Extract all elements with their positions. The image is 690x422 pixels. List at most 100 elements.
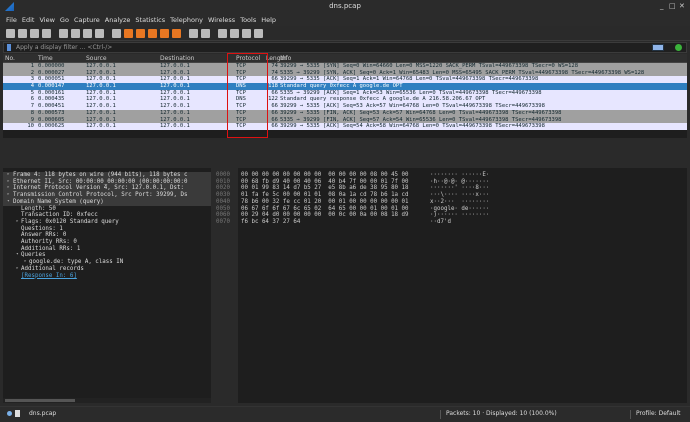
add-filter-button-icon[interactable] [675,44,682,51]
expand-icon[interactable]: ▸ [16,219,19,226]
menu-wireless[interactable]: Wireless [208,16,235,24]
column-header-src[interactable]: Source [86,54,160,62]
bookmark-icon[interactable] [7,44,11,51]
column-header-no[interactable]: No. [3,54,36,62]
packet-src: 127.0.0.1 [86,63,116,69]
detail-item[interactable]: [Response In: 6] [3,273,211,280]
close-file-icon[interactable] [83,28,92,38]
minimize-icon[interactable]: _ [660,2,664,10]
expand-icon[interactable]: ▸ [7,179,10,186]
packet-list-header: No. Time Source Destination Protocol Length In… [3,54,687,63]
expand-icon[interactable]: ▸ [7,185,10,192]
detail-item[interactable]: Answer RRs: 0 [3,232,211,239]
menu-telephony[interactable]: Telephony [170,16,203,24]
packet-row[interactable]: 10 0.000625 127.0.0.1 127.0.0.1 TCP 66 39299 →… [3,123,687,130]
menu-bar: File Edit View Go Capture Analyze Statistics Te… [0,14,690,26]
details-horizontal-scrollbar[interactable] [3,398,211,403]
menu-tools[interactable]: Tools [240,16,256,24]
menu-capture[interactable]: Capture [74,16,100,24]
packet-dst: 127.0.0.1 [160,116,190,123]
packet-info: Standard query response 0xfecc A google.… [280,96,486,103]
apply-filter-icon[interactable] [652,44,664,51]
file-icon[interactable] [71,28,80,38]
open-icon[interactable] [59,28,68,38]
detail-item[interactable]: ▸ Flags: 0x0120 Standard query [3,219,211,226]
find-icon[interactable] [112,28,121,38]
zoom-reset-icon[interactable] [242,28,251,38]
packet-dst: 127.0.0.1 [160,83,190,90]
packet-row[interactable]: 2 0.000027 127.0.0.1 127.0.0.1 TCP 74 5335 → 3… [3,69,687,77]
offset-line: 0010 [216,178,230,185]
options-icon[interactable] [42,28,51,38]
detail-text: Additional RRs: 1 [21,245,81,252]
detail-item[interactable]: ▸ Ethernet II, Src: 00:00:00_00:00:00 (00… [3,178,211,186]
last-icon[interactable] [172,28,181,38]
reload-icon[interactable] [95,28,104,38]
packet-src: 127.0.0.1 [86,76,116,83]
restart-icon[interactable] [30,28,39,38]
zoom-in-icon[interactable] [218,28,227,38]
detail-item[interactable]: Authority RRs: 0 [3,239,211,246]
menu-analyze[interactable]: Analyze [105,16,131,24]
detail-item[interactable]: Transaction ID: 0xfecc [3,212,211,219]
menu-go[interactable]: Go [60,16,69,24]
display-filter-input[interactable]: Apply a display filter … <Ctrl-/> [3,42,687,53]
column-header-time[interactable]: Time [36,54,86,62]
detail-item[interactable]: Questions: 1 [3,226,211,233]
detail-item[interactable]: ▾ Queries [3,252,211,259]
expand-icon[interactable]: ▸ [7,192,10,199]
autoscroll-icon[interactable] [189,28,198,38]
shark-fin-start-icon[interactable] [6,28,15,38]
resize-columns-icon[interactable] [254,28,263,38]
first-icon[interactable] [160,28,169,38]
detail-text: Frame 4: 118 bytes on wire (944 bits), 1… [13,172,188,178]
detail-item[interactable]: ▾ Domain Name System (query) [3,198,211,206]
menu-statistics[interactable]: Statistics [135,16,165,24]
status-profile[interactable]: Profile: Default [636,407,681,421]
detail-item[interactable]: ▸ Internet Protocol Version 4, Src: 127.0… [3,185,211,193]
column-header-len[interactable]: Length [266,54,287,62]
collapse-icon[interactable]: ▾ [7,199,10,206]
packet-row[interactable]: 6 0.000435 127.0.0.1 127.0.0.1 DNS 122 Standar… [3,96,687,104]
column-header-proto[interactable]: Protocol [234,54,266,62]
packet-row[interactable]: 1 0.000000 127.0.0.1 127.0.0.1 TCP 74 39299 → … [3,63,687,70]
packet-proto: TCP [236,123,246,130]
packet-proto: TCP [236,109,246,116]
zoom-out-icon[interactable] [230,28,239,38]
expand-icon[interactable]: ▸ [7,172,10,179]
collapse-icon[interactable]: ▾ [16,252,19,259]
stop-icon[interactable] [18,28,27,38]
capture-file-properties-icon[interactable] [15,410,20,417]
packet-row[interactable]: 5 0.000161 127.0.0.1 127.0.0.1 TCP 66 5335 → 3… [3,89,687,97]
menu-view[interactable]: View [39,16,54,24]
detail-item[interactable]: ▸ Additional records [3,266,211,273]
asci-line: ·google· de······ [430,205,490,212]
packet-row[interactable]: 3 0.000051 127.0.0.1 127.0.0.1 TCP 66 39299 → … [3,76,687,84]
detail-item[interactable]: Length: 50 [3,206,211,213]
detail-item[interactable]: ▸ google.de: type A, class IN [3,259,211,266]
expand-icon[interactable]: ▸ [24,259,27,266]
detail-item[interactable]: ▸ Transmission Control Protocol, Src Port… [3,192,211,199]
packet-row[interactable]: 4 0.000147 127.0.0.1 127.0.0.1 DNS 118 Standar… [3,83,687,90]
menu-help[interactable]: Help [261,16,276,24]
column-header-dst[interactable]: Destination [160,54,234,62]
detail-text: Domain Name System (query) [13,198,104,205]
packet-src: 127.0.0.1 [86,83,116,90]
forward-icon[interactable] [136,28,145,38]
column-header-info[interactable]: Info [280,54,687,62]
colorize-icon[interactable] [201,28,210,38]
status-file-name: dns.pcap [29,410,57,417]
go-to-icon[interactable] [148,28,157,38]
close-icon[interactable]: ✕ [679,2,685,10]
packet-row[interactable]: 7 0.000451 127.0.0.1 127.0.0.1 TCP 66 39299 → … [3,103,687,110]
expert-info-icon[interactable] [7,411,12,416]
packet-row[interactable]: 8 0.000573 127.0.0.1 127.0.0.1 TCP 66 39299 → … [3,109,687,117]
menu-edit[interactable]: Edit [22,16,35,24]
maximize-icon[interactable]: □ [669,2,676,10]
detail-item[interactable]: ▸ Frame 4: 118 bytes on wire (944 bits), … [3,172,211,179]
menu-file[interactable]: File [6,16,17,24]
packet-row[interactable]: 9 0.000605 127.0.0.1 127.0.0.1 TCP 66 5335 → 3… [3,116,687,124]
back-icon[interactable] [124,28,133,38]
expand-icon[interactable]: ▸ [16,266,19,273]
detail-item[interactable]: Additional RRs: 1 [3,246,211,253]
